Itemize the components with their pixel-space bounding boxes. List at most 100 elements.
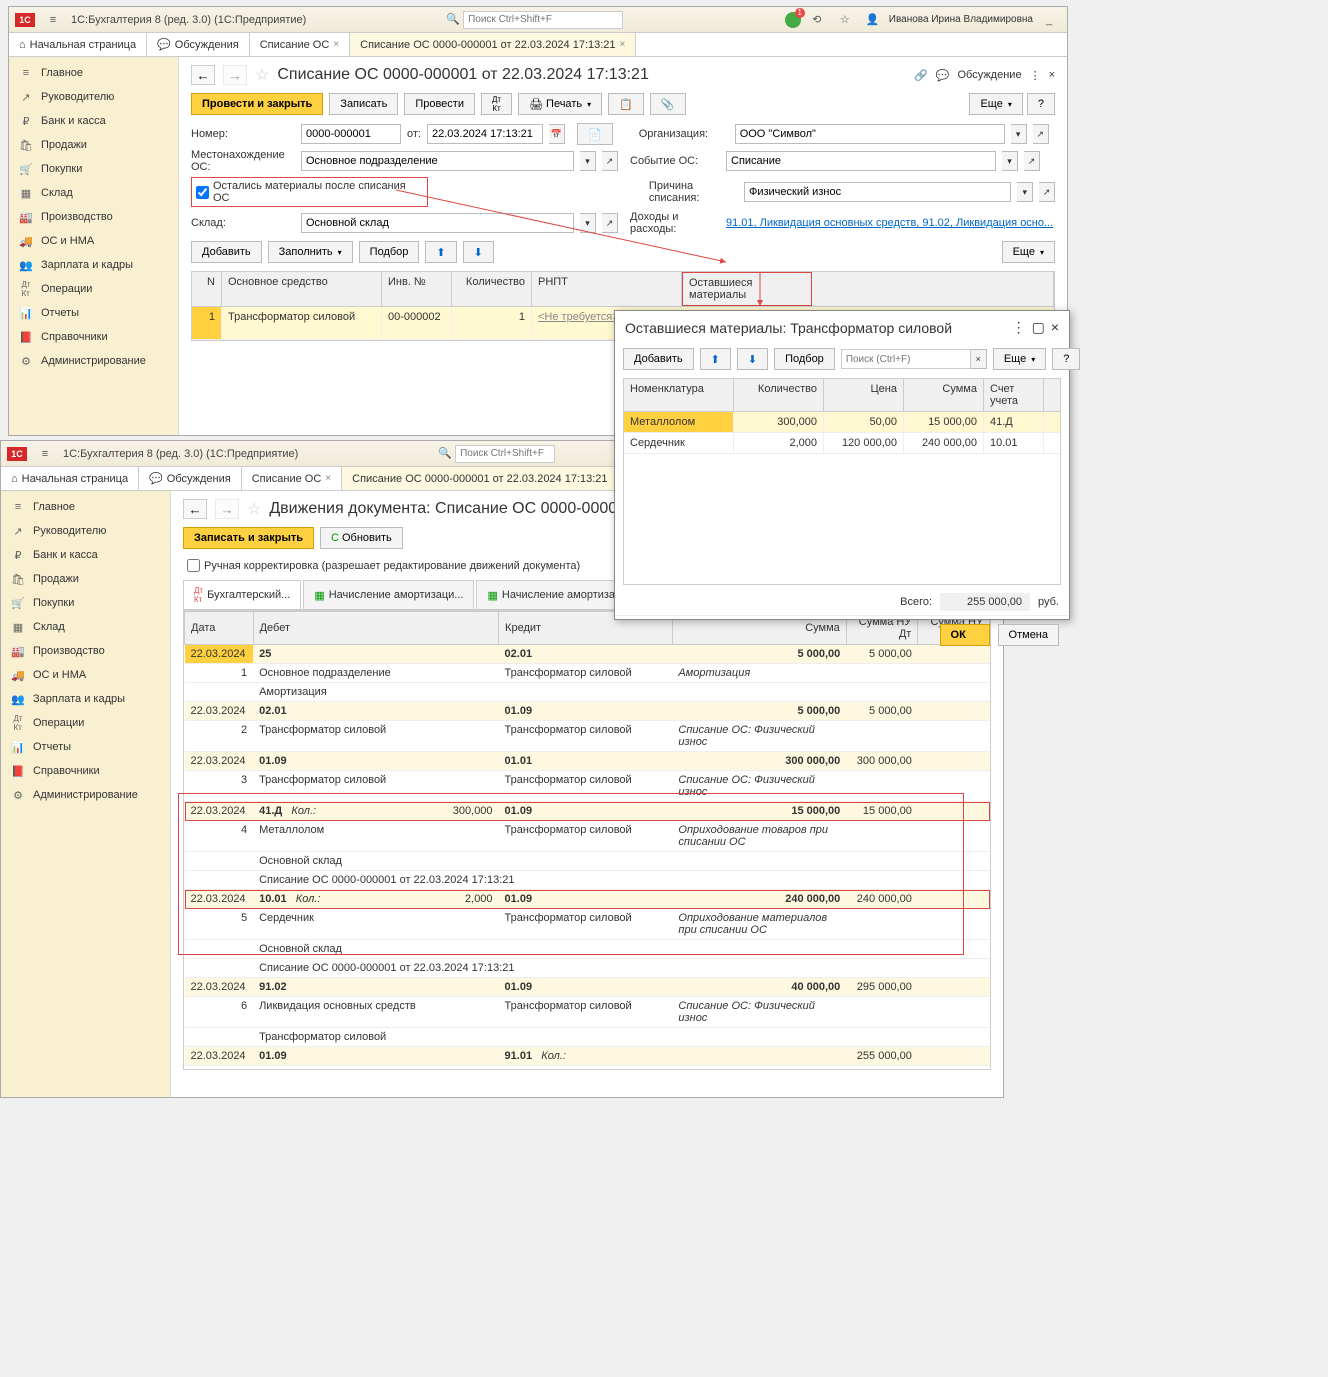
forward-button[interactable]: → [215,499,239,519]
doc-mode-button[interactable]: 📄 [577,123,613,145]
open-icon[interactable]: ↗ [602,151,618,171]
sidebar-item-hr[interactable]: 👥Зарплата и кадры [9,253,178,277]
close-icon[interactable]: × [1051,319,1059,336]
close-icon[interactable]: × [1049,69,1055,81]
income-link[interactable]: 91.01, Ликвидация основных средств, 91.0… [726,217,1053,229]
event-field[interactable] [726,151,996,171]
dropdown-icon[interactable]: ▾ [580,213,596,233]
menu-icon[interactable]: ≡ [36,445,54,463]
add-button[interactable]: Добавить [623,348,694,370]
dropdown-icon[interactable]: ▾ [1017,182,1033,202]
sidebar-item-hr[interactable]: 👥Зарплата и кадры [1,687,170,711]
more-icon[interactable]: ⋮ [1012,319,1026,336]
tab-doc[interactable]: Списание ОС 0000-000001 от 22.03.2024 17… [342,467,618,490]
movement-row[interactable]: 22.03.202491.0201.0940 000,00295 000,00 [185,978,990,997]
sidebar-item-reports[interactable]: 📊Отчеты [9,301,178,325]
select-button[interactable]: Подбор [774,348,835,370]
more-button[interactable]: Еще [1002,241,1055,263]
dropdown-icon[interactable]: ▾ [1002,151,1018,171]
close-icon[interactable]: × [620,39,626,50]
save-button[interactable]: Записать [329,93,398,115]
post-button[interactable]: Провести [404,93,475,115]
more-button[interactable]: Еще [969,93,1022,115]
help-button[interactable]: ? [1027,93,1055,115]
sidebar-item-os[interactable]: 🚚ОС и НМА [1,663,170,687]
discuss-label[interactable]: Обсуждение [957,69,1021,81]
search-input[interactable] [463,11,623,29]
sidebar-item-admin[interactable]: ⚙Администрирование [1,783,170,807]
materials-checkbox[interactable] [196,186,209,199]
open-icon[interactable]: ↗ [1039,182,1055,202]
tab-amort1[interactable]: ▦Начисление амортизаци... [303,580,474,609]
star-icon[interactable]: ☆ [255,65,269,85]
number-field[interactable] [301,124,401,144]
tab-accounting[interactable]: ДтКтБухгалтерский... [183,580,301,609]
attach-button[interactable]: 📎 [650,93,686,115]
movement-row[interactable]: 22.03.202401.0901.01300 000,00300 000,00 [185,752,990,771]
store-field[interactable] [301,213,574,233]
post-close-button[interactable]: Провести и закрыть [191,93,323,115]
movement-row[interactable]: 22.03.202441.Д Кол.: 300,00001.0915 000,… [185,802,990,821]
add-button[interactable]: Добавить [191,241,262,263]
sidebar-item-sales[interactable]: 🛍Продажи [9,133,178,157]
sidebar-item-purch[interactable]: 🛒Покупки [1,591,170,615]
sidebar-item-ops[interactable]: ДтКтОперации [1,711,170,735]
move-up-button[interactable]: ⬆ [425,241,456,263]
star-icon[interactable]: ☆ [247,499,261,519]
sidebar-item-mgr[interactable]: ↗Руководителю [9,85,178,109]
move-up-button[interactable]: ⬆ [700,348,731,370]
select-button[interactable]: Подбор [359,241,420,263]
minimize-icon[interactable]: _ [1040,11,1058,29]
tab-discuss[interactable]: 💬Обсуждения [139,467,242,490]
print-button[interactable]: 🖨 Печать [518,93,602,115]
create-based-button[interactable]: 📋 [608,93,644,115]
tab-home[interactable]: ⌂Начальная страница [1,467,139,490]
reason-field[interactable] [744,182,1011,202]
move-down-button[interactable]: ⬇ [463,241,494,263]
sidebar-item-prod[interactable]: 🏭Производство [1,639,170,663]
close-icon[interactable]: × [333,39,339,50]
sidebar-item-refs[interactable]: 📕Справочники [9,325,178,349]
ok-button[interactable]: ОК [940,624,990,646]
calendar-icon[interactable]: 📅 [549,124,565,144]
star-icon[interactable]: ☆ [836,11,854,29]
more-button[interactable]: Еще [993,348,1046,370]
more-icon[interactable]: ⋮ [1030,69,1041,82]
sidebar-item-main[interactable]: ≡Главное [9,61,178,85]
dtkt-button[interactable]: ДтКт [481,93,512,115]
sidebar-item-stock[interactable]: ▦Склад [1,615,170,639]
sidebar-item-bank[interactable]: ₽Банк и касса [1,543,170,567]
clear-icon[interactable]: × [971,349,987,369]
sidebar-item-purch[interactable]: 🛒Покупки [9,157,178,181]
maximize-icon[interactable]: ▢ [1032,319,1045,336]
save-close-button[interactable]: Записать и закрыть [183,527,314,549]
fill-button[interactable]: Заполнить [268,241,353,263]
tab-home[interactable]: ⌂Начальная страница [9,33,147,56]
tab-writeoff[interactable]: Списание ОС× [250,33,350,56]
history-icon[interactable]: ⟲ [808,11,826,29]
sidebar-item-reports[interactable]: 📊Отчеты [1,735,170,759]
sidebar-item-mgr[interactable]: ↗Руководителю [1,519,170,543]
sidebar-item-ops[interactable]: ДтКтОперации [9,277,178,301]
dialog-search[interactable] [841,349,971,369]
menu-icon[interactable]: ≡ [44,11,62,29]
close-icon[interactable]: × [325,473,331,484]
help-button[interactable]: ? [1052,348,1080,370]
back-button[interactable]: ← [191,65,215,85]
sidebar-item-refs[interactable]: 📕Справочники [1,759,170,783]
search-input[interactable] [455,445,555,463]
movement-row[interactable]: 22.03.202402.0101.095 000,005 000,00 [185,702,990,721]
tab-doc[interactable]: Списание ОС 0000-000001 от 22.03.2024 17… [350,33,636,56]
open-icon[interactable]: ↗ [602,213,618,233]
movement-row[interactable]: 22.03.202410.01 Кол.: 2,00001.09240 000,… [185,890,990,909]
open-icon[interactable]: ↗ [1033,124,1049,144]
sidebar-item-os[interactable]: 🚚ОС и НМА [9,229,178,253]
back-button[interactable]: ← [183,499,207,519]
table-row[interactable]: Сердечник 2,000 120 000,00 240 000,00 10… [624,433,1060,454]
sidebar-item-prod[interactable]: 🏭Производство [9,205,178,229]
link-icon[interactable]: 🔗 [914,69,928,82]
table-row[interactable]: Металлолом 300,000 50,00 15 000,00 41.Д [624,412,1060,433]
open-icon[interactable]: ↗ [1024,151,1040,171]
loc-field[interactable] [301,151,574,171]
user-icon[interactable]: 👤 [864,11,882,29]
